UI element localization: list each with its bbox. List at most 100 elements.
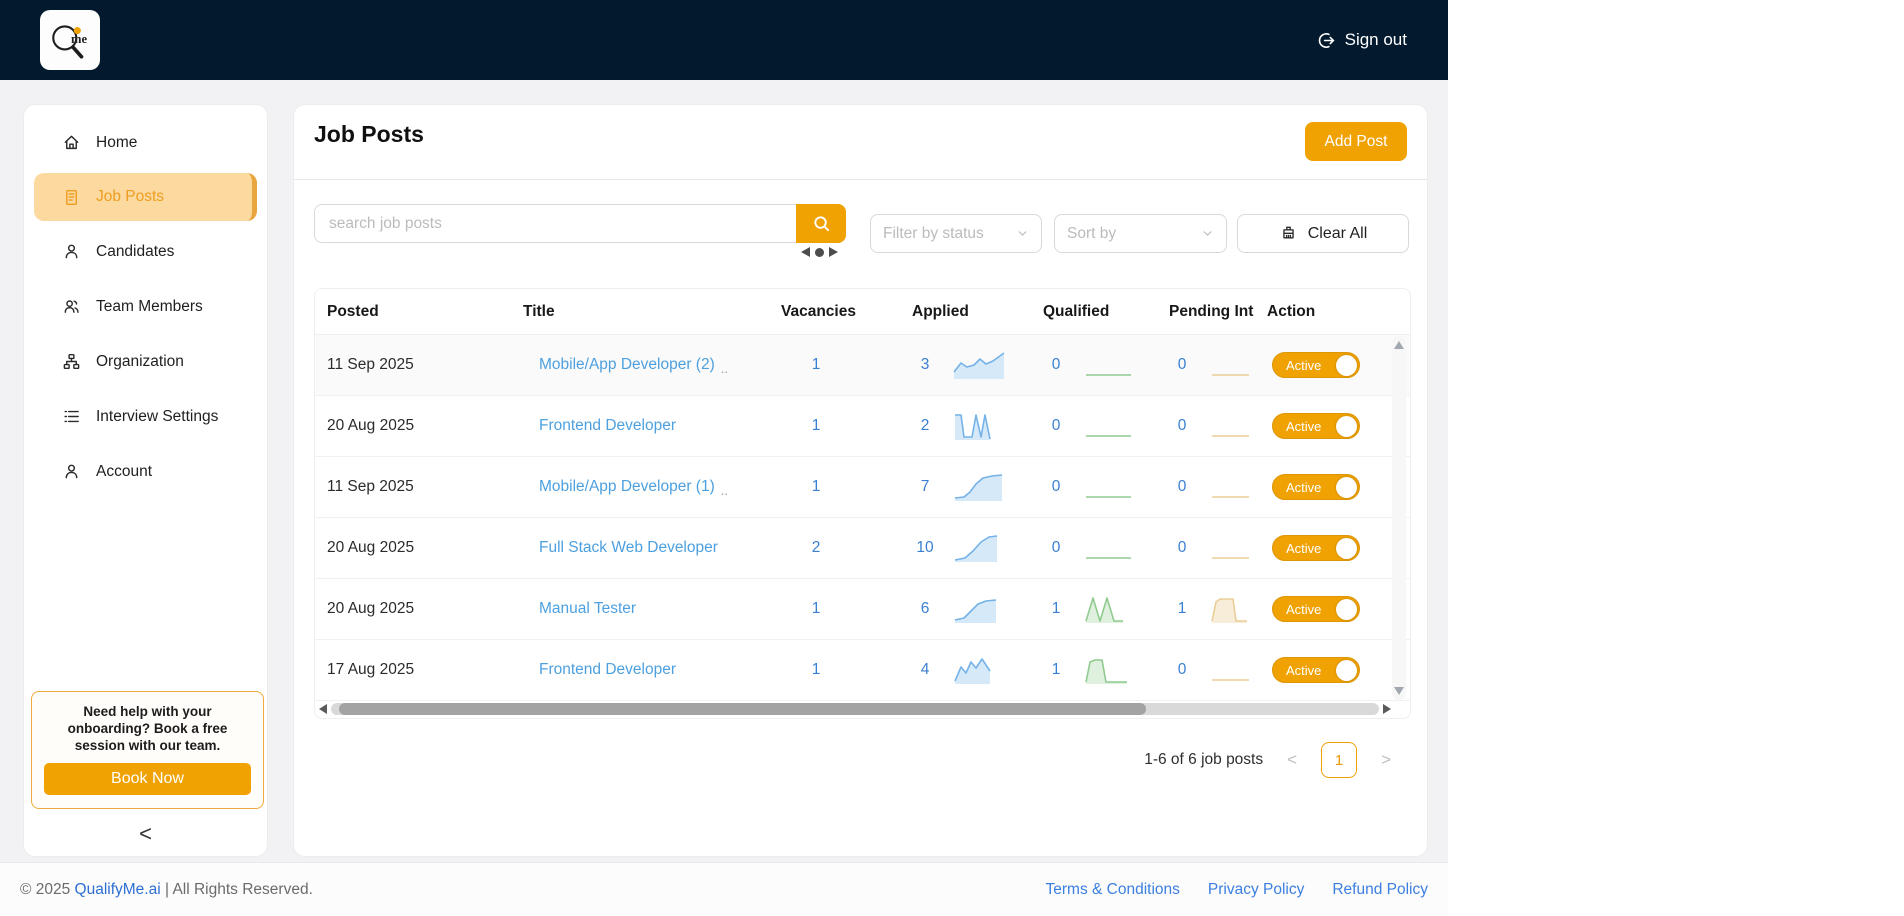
resize-handle[interactable] <box>801 247 838 257</box>
job-title-link[interactable]: Frontend Developer <box>539 417 676 435</box>
sidebar-item-job-posts[interactable]: Job Posts <box>34 173 257 221</box>
job-title-link[interactable]: Mobile/App Developer (2) <box>539 356 715 374</box>
table-row: 20 Aug 2025 Full Stack Web Developer 2 1… <box>315 518 1410 579</box>
svg-text:me: me <box>71 32 87 46</box>
status-toggle[interactable]: Active <box>1272 657 1360 683</box>
pending-count[interactable]: 0 <box>1169 356 1195 374</box>
applied-count[interactable]: 10 <box>912 539 938 557</box>
pagination-prev-button[interactable]: < <box>1283 750 1301 770</box>
applied-cell: 6 <box>912 579 1043 639</box>
sidebar-item-candidates[interactable]: Candidates <box>24 224 267 279</box>
vacancies-count[interactable]: 1 <box>806 478 826 496</box>
status-toggle[interactable]: Active <box>1272 413 1360 439</box>
clear-all-button[interactable]: Clear All <box>1237 214 1409 253</box>
scroll-right-arrow-icon[interactable] <box>1383 704 1391 714</box>
sidebar-collapse-button[interactable]: < <box>24 823 267 845</box>
vacancies-cell: 1 <box>781 579 912 639</box>
posted-date: 20 Aug 2025 <box>327 600 415 617</box>
brand-logo[interactable]: me <box>40 10 100 70</box>
job-title-cell: Frontend Developer <box>523 640 781 700</box>
qualifyme-link[interactable]: QualifyMe.ai <box>75 881 161 898</box>
vertical-scrollbar[interactable] <box>1392 336 1406 700</box>
applied-cell: 10 <box>912 518 1043 578</box>
job-title-link[interactable]: Manual Tester <box>539 600 636 618</box>
job-title-link[interactable]: Full Stack Web Developer <box>539 539 718 557</box>
applied-sparkline <box>952 533 1010 563</box>
applied-sparkline <box>952 594 1010 624</box>
pagination-next-button[interactable]: > <box>1377 750 1395 770</box>
applied-count[interactable]: 2 <box>912 417 938 435</box>
action-cell: Active <box>1267 396 1410 456</box>
status-toggle[interactable]: Active <box>1272 535 1360 561</box>
qualified-count[interactable]: 0 <box>1043 417 1069 435</box>
job-title-link[interactable]: Mobile/App Developer (1) <box>539 478 715 496</box>
pending-count[interactable]: 0 <box>1169 478 1195 496</box>
pending-count[interactable]: 1 <box>1169 600 1195 618</box>
table-header: Posted Title Vacancies Applied Qualified Pend… <box>315 289 1410 335</box>
job-title-link[interactable]: Frontend Developer <box>539 661 676 679</box>
pending-count[interactable]: 0 <box>1169 539 1195 557</box>
qualified-count[interactable]: 0 <box>1043 539 1069 557</box>
sign-out-button[interactable]: Sign out <box>1317 30 1407 50</box>
search-button[interactable] <box>796 204 846 243</box>
status-label: Active <box>1286 662 1322 678</box>
sidebar-item-organization[interactable]: Organization <box>24 334 267 389</box>
qualified-count[interactable]: 0 <box>1043 478 1069 496</box>
vacancies-count[interactable]: 1 <box>806 661 826 679</box>
horizontal-scrollbar[interactable] <box>319 702 1391 716</box>
privacy-link[interactable]: Privacy Policy <box>1208 881 1304 899</box>
pending-count[interactable]: 0 <box>1169 417 1195 435</box>
applied-count[interactable]: 6 <box>912 600 938 618</box>
status-toggle[interactable]: Active <box>1272 352 1360 378</box>
qualified-count[interactable]: 1 <box>1043 661 1069 679</box>
filter-by-status-select[interactable]: Filter by status <box>870 214 1042 253</box>
sidebar-item-home[interactable]: Home <box>24 115 267 170</box>
person-icon <box>61 462 81 482</box>
sidebar-item-account[interactable]: Account <box>24 444 267 499</box>
vacancies-count[interactable]: 1 <box>806 356 826 374</box>
pending-count[interactable]: 0 <box>1169 661 1195 679</box>
pagination-page-1[interactable]: 1 <box>1321 742 1358 778</box>
posted-date: 11 Sep 2025 <box>327 356 414 373</box>
qualified-count[interactable]: 0 <box>1043 356 1069 374</box>
vacancies-count[interactable]: 1 <box>806 600 826 618</box>
sidebar-item-team-members[interactable]: Team Members <box>24 279 267 334</box>
column-header-applied: Applied <box>912 302 969 320</box>
toggle-knob <box>1336 598 1357 620</box>
scroll-left-arrow-icon[interactable] <box>319 704 327 714</box>
filter-status-placeholder: Filter by status <box>883 224 984 242</box>
vacancies-count[interactable]: 1 <box>806 417 826 435</box>
scroll-up-arrow-icon[interactable] <box>1394 341 1404 349</box>
status-toggle[interactable]: Active <box>1272 474 1360 500</box>
refund-link[interactable]: Refund Policy <box>1332 881 1428 899</box>
horizontal-scroll-track[interactable] <box>331 703 1379 715</box>
sidebar-item-label: Organization <box>96 352 184 370</box>
action-cell: Active <box>1267 335 1410 395</box>
applied-count[interactable]: 3 <box>912 356 938 374</box>
applied-count[interactable]: 4 <box>912 661 938 679</box>
vacancies-cell: 1 <box>781 335 912 395</box>
content-region: Home Job Posts Candidates Team Members Organ… <box>0 80 1448 862</box>
vacancies-count[interactable]: 2 <box>806 539 826 557</box>
posted-date: 20 Aug 2025 <box>327 417 415 434</box>
toggle-knob <box>1336 476 1357 498</box>
book-now-button[interactable]: Book Now <box>44 763 251 795</box>
sort-by-placeholder: Sort by <box>1067 224 1117 242</box>
scroll-down-arrow-icon[interactable] <box>1394 687 1404 695</box>
pending-sparkline <box>1209 472 1253 502</box>
applied-cell: 3 <box>912 335 1043 395</box>
toggle-knob <box>1336 415 1357 437</box>
sort-by-select[interactable]: Sort by <box>1054 214 1227 253</box>
horizontal-scroll-thumb[interactable] <box>339 703 1146 715</box>
applied-count[interactable]: 7 <box>912 478 938 496</box>
search-input[interactable] <box>314 204 796 243</box>
sidebar-item-label: Account <box>96 462 153 480</box>
status-toggle[interactable]: Active <box>1272 596 1360 622</box>
sidebar-item-interview-settings[interactable]: Interview Settings <box>24 389 267 444</box>
column-header-posted: Posted <box>327 302 379 320</box>
qualified-count[interactable]: 1 <box>1043 600 1069 618</box>
person-icon <box>61 242 81 262</box>
terms-link[interactable]: Terms & Conditions <box>1046 881 1180 899</box>
column-header-action: Action <box>1267 302 1316 320</box>
add-post-button[interactable]: Add Post <box>1305 122 1407 161</box>
